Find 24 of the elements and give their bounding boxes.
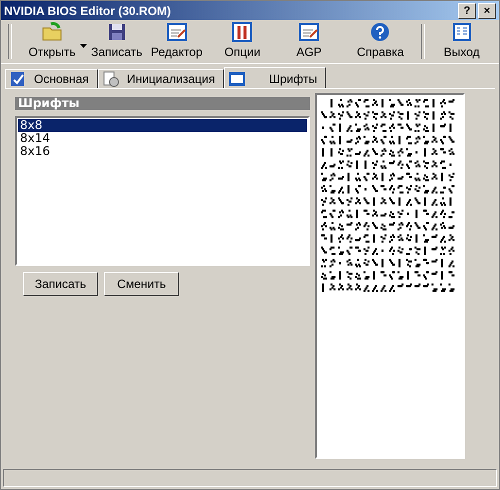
window-title: NVIDIA BIOS Editor (30.ROM): [4, 4, 171, 18]
save-button[interactable]: Записать: [23, 272, 98, 296]
tab[interactable]: Шрифты: [224, 67, 326, 90]
list-window-icon: [452, 22, 472, 42]
help-button[interactable]: ?: [458, 2, 476, 19]
toolbar-button[interactable]: Записать: [89, 22, 144, 62]
toolbar-button[interactable]: Выход: [428, 22, 495, 62]
toolbar-button[interactable]: Опции: [209, 22, 276, 62]
tab[interactable]: Инициализация: [98, 69, 224, 88]
toolbar-button[interactable]: Редактор: [144, 22, 210, 62]
document-pencil-icon: [166, 22, 188, 42]
list-item[interactable]: 8x8: [18, 119, 307, 132]
toolbar-button[interactable]: AGP: [276, 22, 342, 62]
tab[interactable]: Основная: [5, 69, 98, 88]
help-icon: [370, 22, 390, 42]
panel-header: Шрифты: [15, 97, 310, 110]
document-check-icon: [10, 71, 26, 88]
caret-icon[interactable]: [80, 44, 88, 48]
toolbar-button[interactable]: Справка: [342, 22, 418, 62]
document-pencil-icon: [298, 22, 320, 42]
change-button[interactable]: Сменить: [104, 272, 179, 296]
folder-icon: [41, 22, 64, 42]
toolbar-button[interactable]: Открыть: [14, 22, 90, 62]
close-button[interactable]: ×: [478, 2, 496, 19]
